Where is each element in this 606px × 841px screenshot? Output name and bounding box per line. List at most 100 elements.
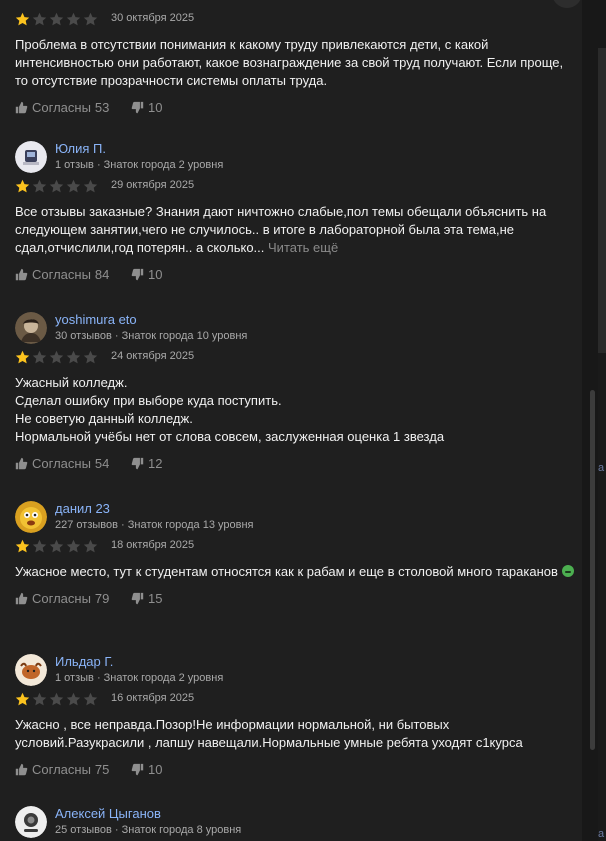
review-text-body: Ужасное место, тут к студентам относятся… [15,564,558,579]
star-empty-icon [83,539,98,553]
author-row: Юлия П. 1 отзыв · Знаток города 2 уровня [15,141,575,173]
thumbs-up-icon [15,763,28,776]
review-text: Ужасное место, тут к студентам относятся… [15,563,575,581]
avatar[interactable] [15,654,47,686]
review-card: Ильдар Г. 1 отзыв · Знаток города 2 уров… [15,654,575,778]
star-empty-icon [66,179,81,193]
agree-count: 84 [94,267,110,282]
disagree-button[interactable]: 10 [131,100,162,115]
disagree-count: 10 [148,100,163,115]
author-name[interactable]: Юлия П. [55,141,106,156]
review-text: Ужасно , все неправда.Позор!Не информаци… [15,717,523,750]
thumbs-down-icon [131,101,144,114]
thumbs-down-icon [131,592,144,605]
agree-count: 53 [94,100,110,115]
rating-row: 30 октября 2025 [15,12,575,26]
avatar[interactable] [15,501,47,533]
star-empty-icon [83,179,98,193]
author-meta: 1 отзыв · Знаток города 2 уровня [55,159,224,171]
star-empty-icon [66,692,81,706]
review-date: 29 октября 2025 [111,179,195,191]
author-meta: 30 отзывов · Знаток города 10 уровня [55,330,248,342]
review-date: 18 октября 2025 [111,539,195,551]
star-empty-icon [83,350,98,364]
review-date: 30 октября 2025 [111,12,195,24]
review-actions: Согласны 75 10 [15,762,575,778]
star-filled-icon [15,539,30,553]
star-filled-icon [15,179,30,193]
review-card: Алексей Цыганов 25 отзывов · Знаток горо… [15,806,575,838]
review-actions: Согласны 53 10 [15,100,575,116]
star-empty-icon [66,539,81,553]
author-name[interactable]: Алексей Цыганов [55,806,161,821]
agree-button[interactable]: Согласны 84 [15,267,109,282]
star-empty-icon [66,12,81,26]
review-card: Юлия П. 1 отзыв · Знаток города 2 уровня… [15,141,575,283]
star-rating [15,539,98,553]
map-edge-label: а [598,462,605,474]
thumbs-up-icon [15,101,28,114]
reviews-panel: 30 октября 2025 Проблема в отсутствии по… [0,0,582,841]
disagree-count: 15 [148,591,163,606]
agree-button[interactable]: Согласны 79 [15,591,109,606]
disagree-button[interactable]: 12 [131,456,162,471]
review-date: 24 октября 2025 [111,350,195,362]
star-empty-icon [49,692,64,706]
read-more-link[interactable]: Читать ещё [268,240,338,255]
review-card: yoshimura eto 30 отзывов · Знаток города… [15,312,575,472]
avatar[interactable] [15,312,47,344]
agree-count: 75 [94,762,110,777]
star-rating [15,12,98,26]
disagree-count: 10 [148,762,163,777]
map-edge [598,48,606,353]
thumbs-down-icon [131,763,144,776]
thumbs-up-icon [15,592,28,605]
star-empty-icon [49,179,64,193]
star-empty-icon [49,12,64,26]
star-empty-icon [32,179,47,193]
agree-label: Согласны [32,267,91,282]
disagree-button[interactable]: 10 [131,267,162,282]
agree-button[interactable]: Согласны 54 [15,456,109,471]
agree-label: Согласны [32,591,91,606]
disagree-button[interactable]: 15 [131,591,162,606]
rating-row: 24 октября 2025 [15,350,575,364]
avatar[interactable] [15,806,47,838]
review-date: 16 октября 2025 [111,692,195,704]
author-row: Ильдар Г. 1 отзыв · Знаток города 2 уров… [15,654,575,686]
star-rating [15,350,98,364]
agree-count: 54 [94,456,110,471]
agree-label: Согласны [32,100,91,115]
thumbs-up-icon [15,268,28,281]
author-meta: 1 отзыв · Знаток города 2 уровня [55,672,224,684]
author-name[interactable]: Ильдар Г. [55,654,113,669]
agree-label: Согласны [32,762,91,777]
agree-button[interactable]: Согласны 75 [15,762,109,777]
thumbs-down-icon [131,457,144,470]
map-edge-label: а [598,828,605,840]
star-rating [15,179,98,193]
scrollbar-thumb[interactable] [590,390,595,750]
author-row: Алексей Цыганов 25 отзывов · Знаток горо… [15,806,575,838]
review-text: Ужасный колледж. Сделал ошибку при выбор… [15,375,445,444]
avatar[interactable] [15,141,47,173]
author-name[interactable]: yoshimura eto [55,312,137,327]
author-row: данил 23 227 отзывов · Знаток города 13 … [15,501,575,533]
star-empty-icon [83,12,98,26]
star-empty-icon [32,12,47,26]
star-empty-icon [32,539,47,553]
author-name[interactable]: данил 23 [55,501,110,516]
rating-row: 29 октября 2025 [15,179,575,193]
disagree-button[interactable]: 10 [131,762,162,777]
review-text: Проблема в отсутствии понимания к какому… [15,37,564,88]
star-empty-icon [32,350,47,364]
star-rating [15,692,98,706]
review-text: Все отзывы заказные? Знания дают ничтожн… [15,203,575,257]
agree-label: Согласны [32,456,91,471]
review-card: 30 октября 2025 Проблема в отсутствии по… [15,12,575,116]
star-empty-icon [83,692,98,706]
agree-button[interactable]: Согласны 53 [15,100,109,115]
rating-row: 16 октября 2025 [15,692,575,706]
thumbs-down-icon [131,268,144,281]
review-actions: Согласны 84 10 [15,267,575,283]
